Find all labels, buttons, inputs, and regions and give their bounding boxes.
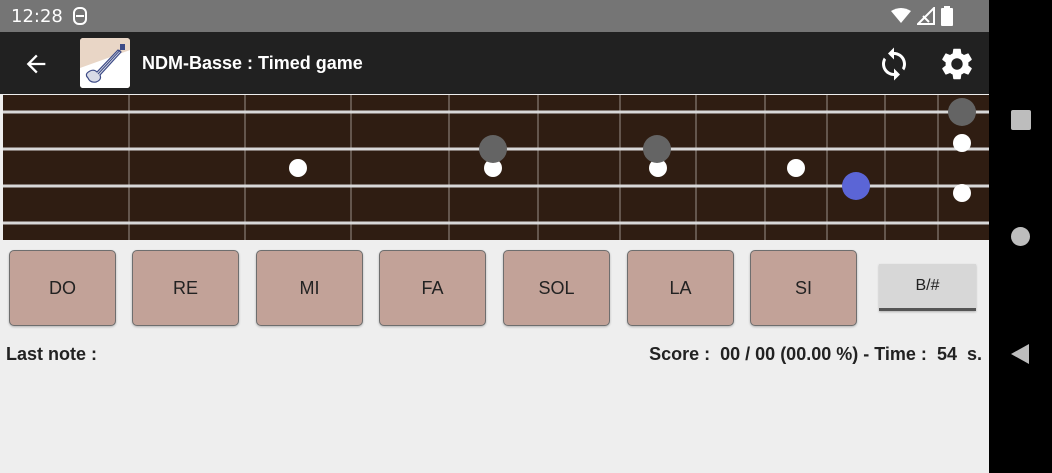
settings-gear-icon[interactable] bbox=[938, 45, 976, 83]
fretboard[interactable] bbox=[3, 95, 989, 240]
inlay-dot bbox=[289, 159, 307, 177]
note-marker bbox=[479, 135, 507, 163]
time-label: - Time : bbox=[858, 344, 927, 364]
inlay-dot bbox=[953, 134, 971, 152]
score-value: 00 / 00 (00.00 %) bbox=[720, 344, 859, 364]
app-screen: 12:28 NDM-Basse: Timed game DO RE MI FA… bbox=[0, 0, 989, 473]
note-button-fa[interactable]: FA bbox=[379, 250, 486, 326]
accidental-toggle-button[interactable]: B/# bbox=[879, 264, 976, 311]
refresh-icon[interactable] bbox=[876, 46, 912, 82]
score-label: Score : bbox=[649, 344, 711, 364]
score-time-readout: Score : 00 / 00 (00.00 %) - Time : 54 s. bbox=[649, 344, 982, 365]
home-circle-icon[interactable] bbox=[1011, 227, 1030, 246]
status-icons bbox=[891, 6, 953, 26]
target-note-marker bbox=[842, 172, 870, 200]
time-unit: s. bbox=[966, 344, 982, 364]
time-value: 54 bbox=[936, 344, 957, 364]
signal-icon bbox=[917, 7, 935, 25]
back-arrow-icon[interactable] bbox=[22, 50, 50, 78]
status-bar: 12:28 bbox=[0, 0, 989, 32]
page-title: NDM-Basse : Timed game bbox=[142, 53, 363, 73]
last-note-label: Last note : bbox=[6, 344, 98, 364]
inlay-dot bbox=[787, 159, 805, 177]
bass-guitar-logo bbox=[80, 38, 130, 88]
navigation-bar bbox=[989, 0, 1052, 473]
note-marker bbox=[643, 135, 671, 163]
note-marker bbox=[948, 98, 976, 126]
notification-icon bbox=[73, 7, 87, 25]
note-button-mi[interactable]: MI bbox=[256, 250, 363, 326]
back-triangle-icon[interactable] bbox=[1010, 343, 1030, 365]
status-time: 12:28 bbox=[11, 6, 63, 27]
note-button-re[interactable]: RE bbox=[132, 250, 239, 326]
app-bar: NDM-Basse : Timed game bbox=[0, 32, 989, 94]
note-button-si[interactable]: SI bbox=[750, 250, 857, 326]
battery-icon bbox=[941, 6, 953, 26]
inlay-dot bbox=[953, 184, 971, 202]
recents-square-icon[interactable] bbox=[1011, 110, 1031, 130]
note-button-sol[interactable]: SOL bbox=[503, 250, 610, 326]
note-button-la[interactable]: LA bbox=[627, 250, 734, 326]
wifi-icon bbox=[891, 8, 911, 23]
note-button-do[interactable]: DO bbox=[9, 250, 116, 326]
